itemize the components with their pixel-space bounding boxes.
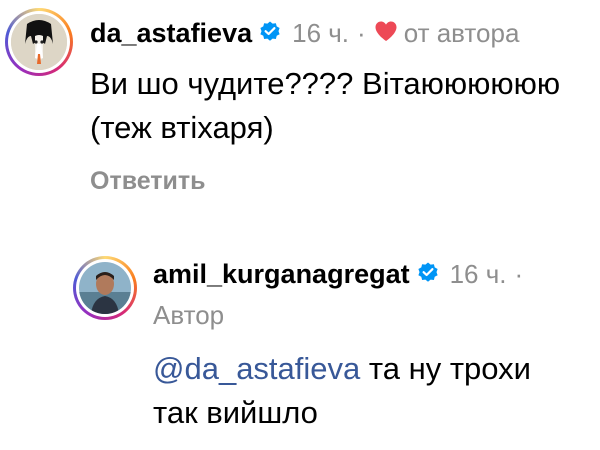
swan-illustration-icon [11, 14, 67, 70]
comment-text-line-1: та ну трохи [360, 351, 531, 386]
verified-badge-icon [258, 19, 282, 48]
comment-text-line-1: Ви шо чудите???? Вітаюююююю [90, 66, 561, 101]
avatar-ring-da-astafieva[interactable] [5, 8, 73, 76]
username-da-astafieva[interactable]: da_astafieva [90, 18, 252, 49]
author-badge: Автор [153, 300, 225, 330]
comment-time: 16 ч. [292, 18, 350, 48]
avatar-amil-kurganagregat [79, 262, 131, 314]
comment-text-line-2: так вийшло [153, 395, 318, 430]
heart-icon [374, 20, 398, 47]
avatar-ring-amil-kurganagregat[interactable] [73, 256, 137, 320]
mention-link[interactable]: @da_astafieva [153, 351, 360, 386]
avatar-da-astafieva [11, 14, 67, 70]
comment-text-line-2: (теж втіхаря) [90, 110, 274, 145]
liked-by-author-label: от автора [403, 18, 520, 48]
separator-dot: · [514, 259, 524, 289]
reply-button[interactable]: Ответить [90, 167, 206, 196]
username-amil-kurganagregat[interactable]: amil_kurganagregat [153, 259, 410, 290]
verified-badge-icon [416, 260, 440, 289]
comment-time: 16 ч. [449, 259, 507, 289]
person-photo-icon [79, 262, 131, 314]
separator-dot: · [357, 18, 366, 48]
